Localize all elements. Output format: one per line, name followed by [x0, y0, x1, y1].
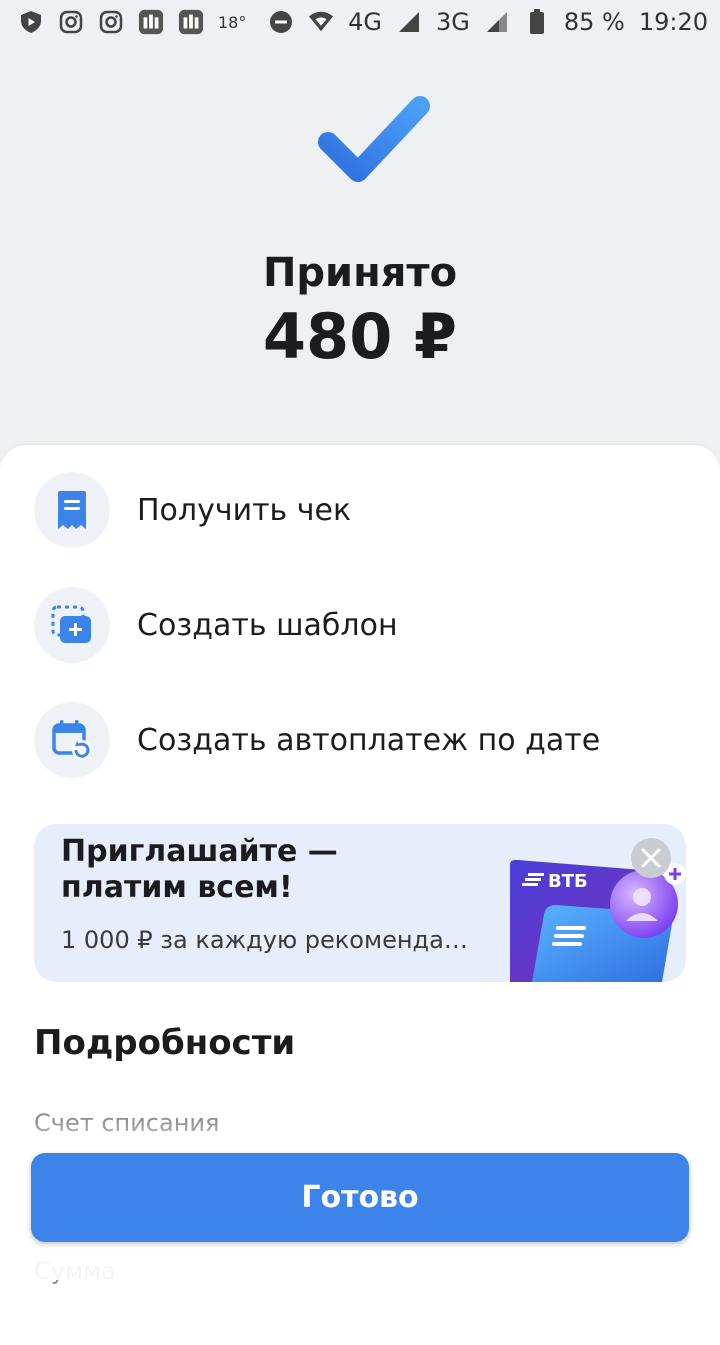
create-autopayment-label: Создать автоплатеж по дате	[137, 722, 601, 758]
network-4g-label: 4G	[348, 8, 382, 36]
network-3g-label: 3G	[435, 8, 470, 36]
signal-icon	[396, 9, 422, 35]
promo-title: Приглашайте — платим всем!	[61, 834, 338, 905]
temperature: 18°	[218, 12, 247, 32]
status-bar: 18° 4G 3G 85 % 19:20	[0, 0, 720, 44]
app-notification-icon	[178, 9, 204, 35]
calendar-repeat-icon	[34, 702, 110, 778]
payment-amount: 480 ₽	[262, 300, 458, 373]
create-template-action[interactable]: Создать шаблон	[34, 587, 398, 663]
get-receipt-action[interactable]: Получить чек	[34, 472, 351, 548]
instagram-icon	[98, 9, 124, 35]
instagram-icon	[58, 9, 84, 35]
promo-card-illustration: ВТБ	[504, 859, 686, 982]
clock: 19:20	[638, 8, 708, 36]
create-autopayment-action[interactable]: Создать автоплатеж по дате	[34, 702, 600, 778]
referral-promo-banner[interactable]: Приглашайте — платим всем! 1 000 ₽ за ка…	[34, 824, 686, 982]
promo-subtitle: 1 000 ₽ за каждую рекоменда…	[61, 926, 468, 954]
create-template-label: Создать шаблон	[137, 607, 398, 643]
details-title: Подробности	[34, 1023, 296, 1063]
app-notification-icon	[138, 9, 164, 35]
status-title: Принято	[262, 250, 458, 296]
close-icon[interactable]	[631, 838, 671, 878]
done-button[interactable]: Готово	[31, 1153, 689, 1242]
signal-icon	[484, 9, 510, 35]
battery-level: 85 %	[563, 8, 625, 36]
wifi-icon	[308, 9, 334, 35]
shield-play-icon	[18, 9, 44, 35]
get-receipt-label: Получить чек	[137, 492, 352, 528]
do-not-disturb-icon	[268, 9, 294, 35]
battery-icon	[524, 9, 550, 35]
receipt-icon	[34, 472, 110, 548]
promo-brand-text: ВТБ	[548, 871, 588, 892]
template-add-icon	[34, 587, 110, 663]
success-check-icon	[300, 80, 440, 200]
